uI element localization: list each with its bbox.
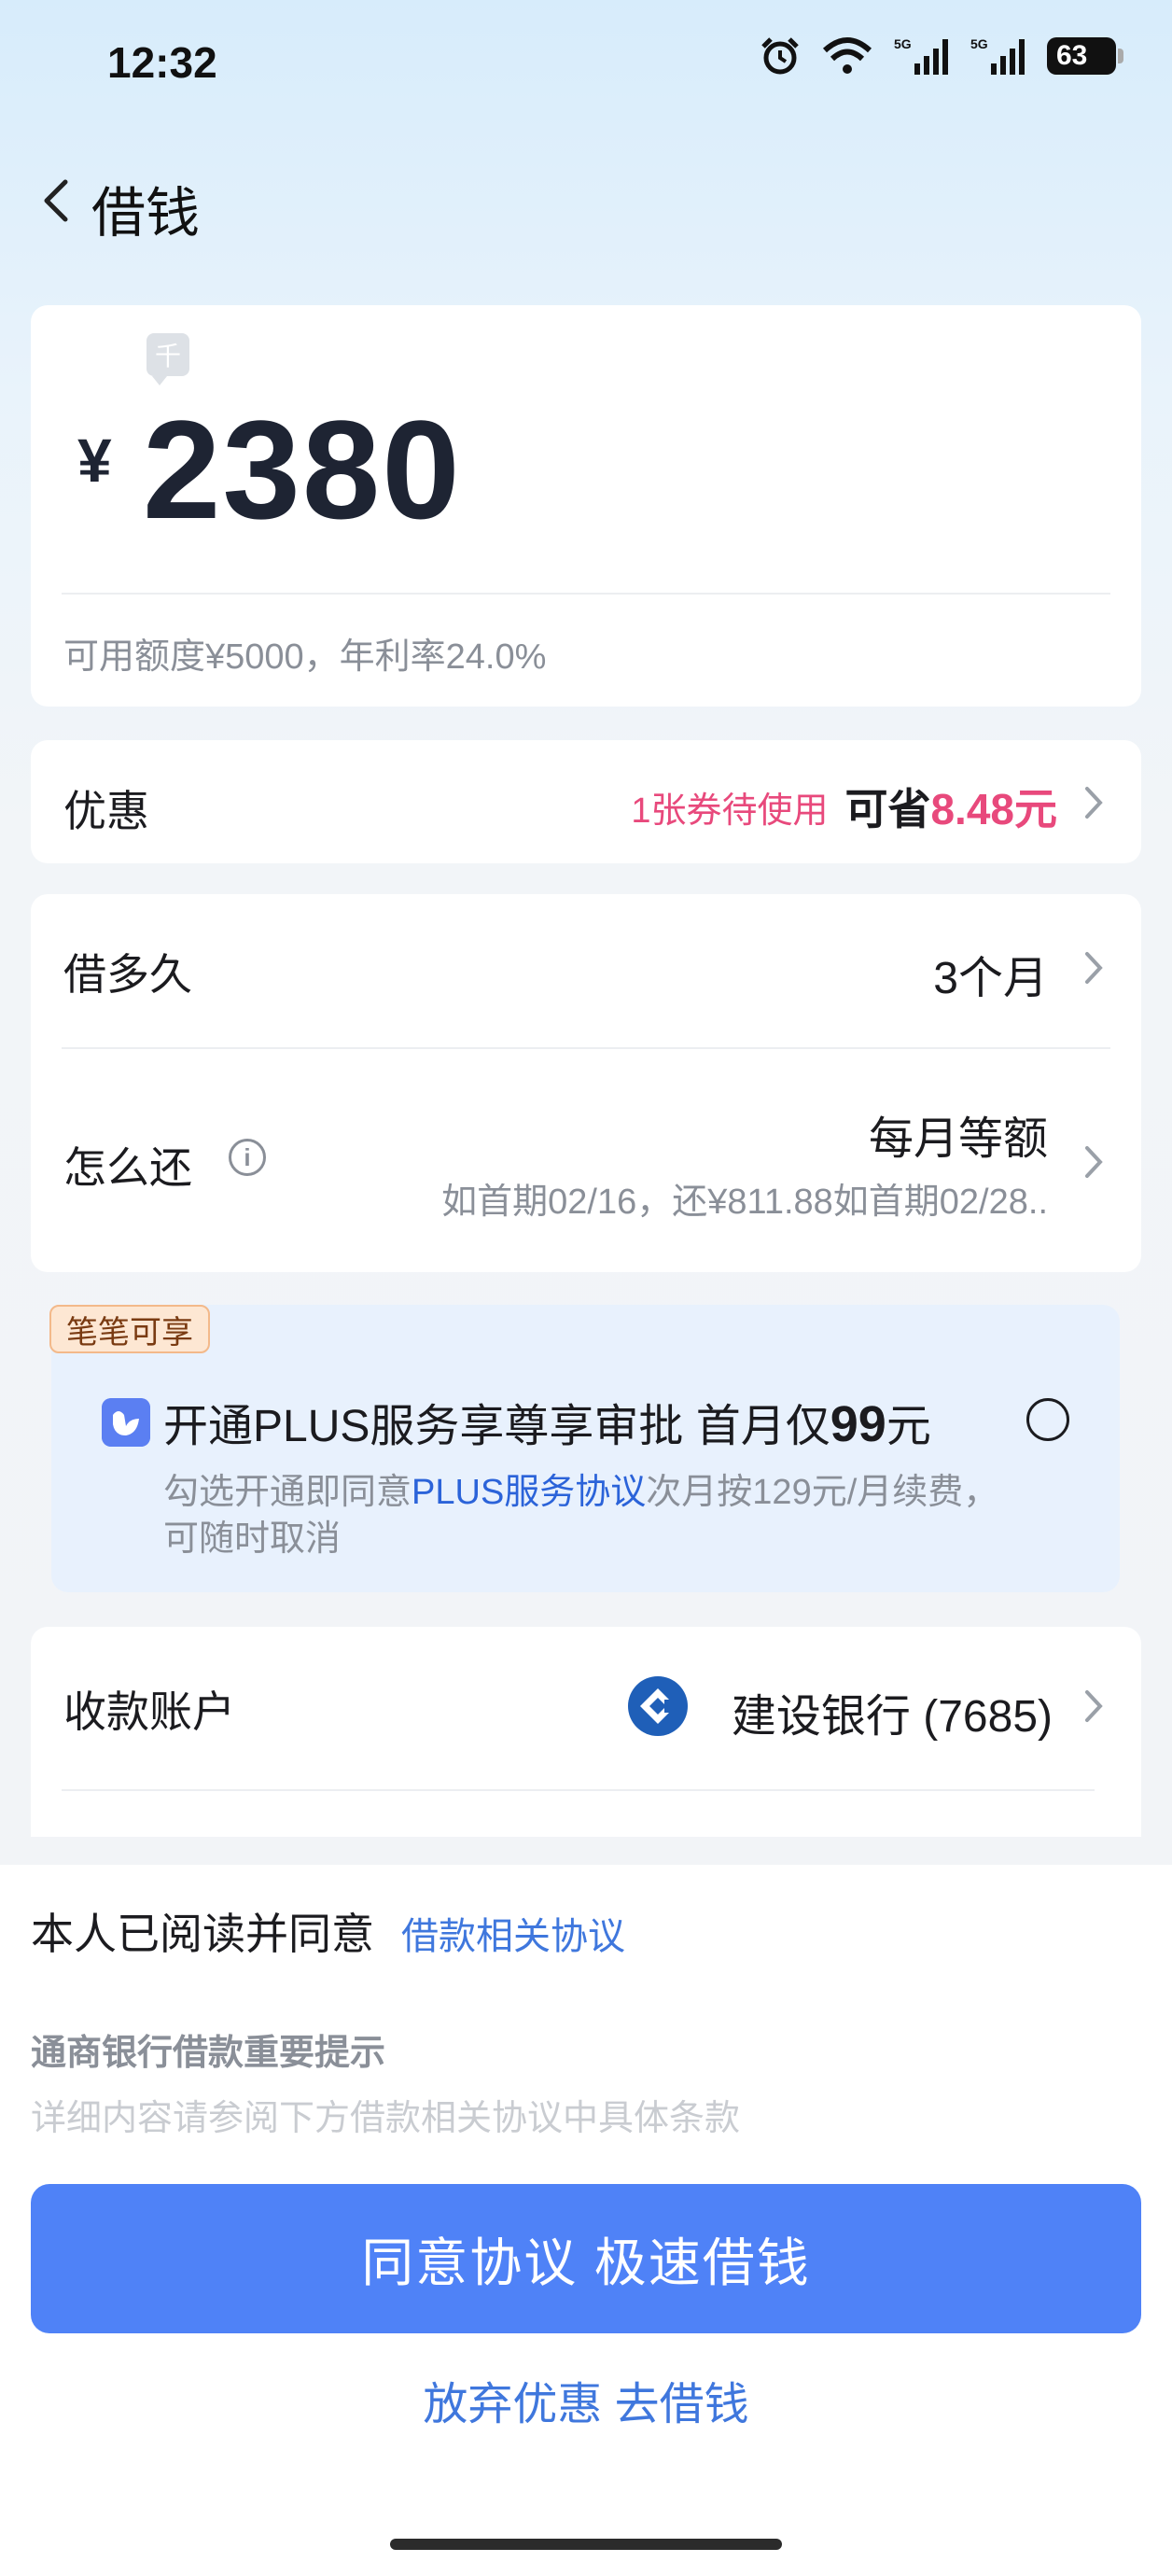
amount-card[interactable]: 千 ¥ 2380 可用额度¥5000，年利率24.0% bbox=[31, 305, 1141, 707]
notice-text: 详细内容请参阅下方借款相关协议中具体条款 bbox=[31, 2099, 741, 2138]
chevron-right-icon bbox=[1085, 1690, 1103, 1722]
ccb-bank-logo-icon bbox=[628, 1676, 688, 1736]
plus-price: 99 bbox=[830, 1396, 886, 1452]
signal-5g-icon: 5G bbox=[894, 36, 948, 75]
discount-label: 优惠 bbox=[63, 787, 149, 835]
plus-title-prefix: 开通PLUS服务享尊享审批 首月仅 bbox=[163, 1402, 830, 1451]
loan-agreement-link[interactable]: 借款相关协议 bbox=[401, 1906, 625, 1960]
term-value: 3个月 bbox=[933, 954, 1048, 1003]
repay-value: 每月等额 bbox=[868, 1114, 1048, 1164]
divider bbox=[62, 593, 1110, 595]
term-label: 借多久 bbox=[63, 950, 192, 999]
home-indicator[interactable] bbox=[390, 2539, 782, 2550]
battery-level: 63 bbox=[1056, 40, 1088, 71]
quota-text: 可用额度¥5000，年利率24.0% bbox=[63, 637, 547, 677]
account-row[interactable]: 收款账户 建设银行 (7685) bbox=[31, 1627, 1141, 1837]
save-prefix: 可省 bbox=[844, 785, 931, 833]
svg-text:5G: 5G bbox=[894, 36, 912, 51]
chevron-right-icon bbox=[1085, 1146, 1103, 1178]
amount-input[interactable]: 2380 bbox=[143, 389, 462, 551]
page-title: 借钱 bbox=[91, 183, 201, 244]
term-card: 借多久 3个月 怎么还 i 每月等额 如首期02/16，还¥811.88如首期0… bbox=[31, 894, 1141, 1272]
status-icons: 5G 5G 63 bbox=[760, 35, 1123, 77]
plus-desc-prefix: 勾选开通即同意 bbox=[163, 1473, 412, 1512]
divider bbox=[62, 1789, 1095, 1791]
plus-agreement-link[interactable]: PLUS服务协议 bbox=[412, 1473, 646, 1512]
plus-service-card[interactable]: 笔笔可享 开通PLUS服务享尊享审批 首月仅99元 勾选开通即同意PLUS服务协… bbox=[49, 1305, 1120, 1592]
currency-symbol: ¥ bbox=[77, 426, 112, 495]
account-label: 收款账户 bbox=[63, 1687, 235, 1736]
status-time: 12:32 bbox=[107, 38, 217, 87]
bottom-sheet: 本人已阅读并同意 借款相关协议 通商银行借款重要提示 详细内容请参阅下方借款相关… bbox=[0, 1865, 1172, 2576]
bank-name: 建设银行 (7685) bbox=[731, 1692, 1053, 1742]
wifi-icon bbox=[822, 37, 872, 74]
notice-title: 通商银行借款重要提示 bbox=[31, 2034, 386, 2073]
coupon-text: 1张券待使用 bbox=[631, 791, 829, 831]
divider bbox=[62, 1047, 1110, 1049]
plus-price-unit: 元 bbox=[886, 1402, 931, 1451]
info-symbol: i bbox=[244, 1142, 251, 1171]
plus-radio-button[interactable] bbox=[1026, 1398, 1069, 1441]
plus-tag: 笔笔可享 bbox=[49, 1305, 210, 1353]
signal-5g-icon-2: 5G bbox=[970, 36, 1025, 75]
svg-text:5G: 5G bbox=[970, 36, 988, 51]
info-icon[interactable]: i bbox=[229, 1139, 266, 1176]
status-bar: 12:32 5G 5G 63 bbox=[0, 0, 1172, 131]
top-nav: 借钱 bbox=[0, 154, 1172, 247]
save-amount: 可省8.48元 bbox=[844, 776, 1057, 837]
repay-label: 怎么还 bbox=[63, 1143, 192, 1192]
agree-text: 本人已阅读并同意 bbox=[31, 1910, 374, 1958]
plus-logo-icon bbox=[102, 1398, 150, 1447]
chevron-right-icon bbox=[1085, 952, 1103, 984]
plus-title: 开通PLUS服务享尊享审批 首月仅99元 bbox=[163, 1389, 931, 1454]
battery-icon: 63 bbox=[1047, 37, 1123, 75]
repay-detail: 如首期02/16，还¥811.88如首期02/28.. bbox=[441, 1183, 1048, 1222]
plus-description: 勾选开通即同意PLUS服务协议次月按129元/月续费，可随时取消 bbox=[163, 1469, 1003, 1562]
chevron-right-icon bbox=[1085, 787, 1103, 819]
unit-tag: 千 bbox=[146, 333, 189, 385]
save-value: 8.48元 bbox=[930, 785, 1057, 833]
discount-row[interactable]: 优惠 可省8.48元 1张券待使用 bbox=[31, 740, 1141, 863]
agree-borrow-button[interactable]: 同意协议 极速借钱 bbox=[31, 2184, 1141, 2333]
alarm-icon bbox=[761, 37, 799, 75]
back-arrow-icon[interactable] bbox=[37, 175, 75, 227]
give-up-discount-link[interactable]: 放弃优惠 去借钱 bbox=[0, 2367, 1172, 2432]
